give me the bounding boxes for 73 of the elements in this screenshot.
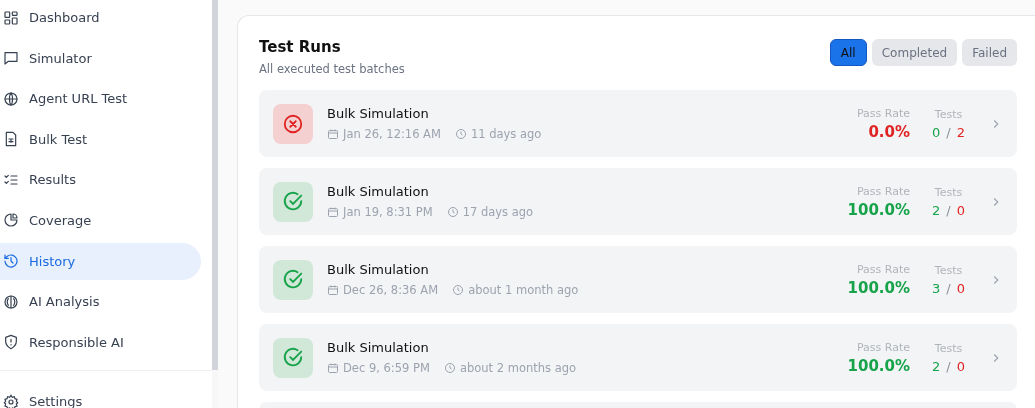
count-separator: / bbox=[946, 280, 951, 296]
passed-count: 3 bbox=[932, 280, 941, 296]
grid-icon bbox=[3, 9, 19, 26]
calendar-icon bbox=[327, 128, 339, 140]
stat-label: Tests bbox=[933, 341, 964, 355]
passed-count: 0 bbox=[932, 124, 941, 140]
globe-icon bbox=[3, 90, 19, 107]
stat-label: Tests bbox=[933, 263, 964, 277]
scrollbar[interactable] bbox=[212, 0, 218, 370]
count-separator: / bbox=[946, 358, 951, 374]
run-age: about 2 months ago bbox=[459, 361, 577, 375]
stat-label: Pass Rate bbox=[857, 106, 911, 120]
calendar-icon bbox=[327, 362, 339, 374]
failed-count: 0 bbox=[956, 280, 965, 296]
history-icon bbox=[3, 253, 19, 270]
sidebar-item[interactable]: Agent URL Test bbox=[0, 80, 201, 118]
run-row[interactable]: Bulk Simulation Dec 9, 6:59 PM about 2 months ago Pass Rate 100.0% Tests 2 / 0 bbox=[259, 324, 1017, 391]
run-date: Dec 26, 8:36 AM bbox=[343, 283, 439, 297]
run-name: Bulk Simulation bbox=[327, 262, 430, 277]
file-icon bbox=[3, 131, 19, 148]
filter-tab[interactable]: All bbox=[829, 39, 867, 66]
stat-label: Pass Rate bbox=[856, 262, 911, 276]
failed-count: 2 bbox=[956, 124, 965, 140]
sidebar-item[interactable]: AI Analysis bbox=[0, 283, 201, 321]
pass-rate: 100.0% bbox=[847, 278, 911, 297]
clock-icon bbox=[446, 206, 459, 218]
sidebar-item[interactable]: Bulk Test bbox=[0, 120, 201, 158]
run-name: Bulk Simulation bbox=[327, 184, 430, 199]
failed-count: 0 bbox=[956, 358, 965, 374]
sidebar-item[interactable]: Coverage bbox=[0, 201, 201, 239]
pie-icon bbox=[3, 212, 19, 229]
card-title: Test Runs bbox=[259, 38, 342, 56]
passed-count: 2 bbox=[932, 202, 941, 218]
calendar-icon bbox=[327, 284, 339, 296]
sidebar-item[interactable]: History bbox=[0, 242, 201, 280]
run-row[interactable]: Bulk Simulation Jan 26, 12:16 AM 11 days ago Pass Rate 0.0% Tests 0 / 2 bbox=[259, 90, 1017, 157]
clock-icon bbox=[452, 284, 465, 296]
pass-rate: 0.0% bbox=[867, 122, 911, 141]
sidebar-item[interactable]: Results bbox=[0, 161, 201, 199]
stat-label: Tests bbox=[933, 107, 964, 121]
stat-label: Pass Rate bbox=[856, 340, 911, 354]
filter-tab[interactable]: Failed bbox=[962, 39, 1017, 66]
stat-label: Tests bbox=[933, 185, 964, 199]
chat-icon bbox=[3, 50, 19, 67]
run-row[interactable]: Bulk Simulation Jan 19, 8:31 PM 17 days ago Pass Rate 100.0% Tests 2 / 0 bbox=[259, 168, 1017, 235]
pass-rate: 100.0% bbox=[847, 356, 911, 375]
settings-icon bbox=[3, 393, 19, 408]
sidebar-item[interactable]: Dashboard bbox=[0, 0, 201, 36]
run-date: Jan 26, 12:16 AM bbox=[343, 127, 441, 141]
sidebar-item[interactable]: Simulator bbox=[0, 39, 201, 77]
pass-rate: 100.0% bbox=[847, 200, 911, 219]
clock-icon bbox=[454, 128, 467, 140]
filter-tab[interactable]: Completed bbox=[871, 39, 958, 66]
failed-count: 0 bbox=[956, 202, 965, 218]
count-separator: / bbox=[946, 124, 951, 140]
card-subtitle: All executed test batches bbox=[259, 62, 405, 76]
run-date: Dec 9, 6:59 PM bbox=[343, 361, 430, 375]
run-date: Jan 19, 8:31 PM bbox=[343, 205, 433, 219]
passed-count: 2 bbox=[932, 358, 941, 374]
count-separator: / bbox=[946, 202, 951, 218]
run-name: Bulk Simulation bbox=[327, 340, 430, 355]
clock-icon bbox=[443, 362, 456, 374]
run-name: Bulk Simulation bbox=[327, 106, 430, 121]
run-age: about 1 month ago bbox=[468, 283, 579, 297]
run-row[interactable]: Bulk Simulation Dec 26, 8:36 AM about 1 month ago Pass Rate 100.0% Tests 3 / 0 bbox=[259, 246, 1017, 313]
brain-icon bbox=[3, 293, 19, 310]
calendar-icon bbox=[327, 206, 339, 218]
shield-icon bbox=[3, 334, 19, 351]
stat-label: Pass Rate bbox=[856, 184, 911, 198]
x-circle-icon bbox=[282, 112, 304, 135]
sidebar-item[interactable]: Responsible AI bbox=[0, 323, 201, 361]
run-age: 17 days ago bbox=[462, 205, 534, 219]
run-age: 11 days ago bbox=[470, 127, 542, 141]
